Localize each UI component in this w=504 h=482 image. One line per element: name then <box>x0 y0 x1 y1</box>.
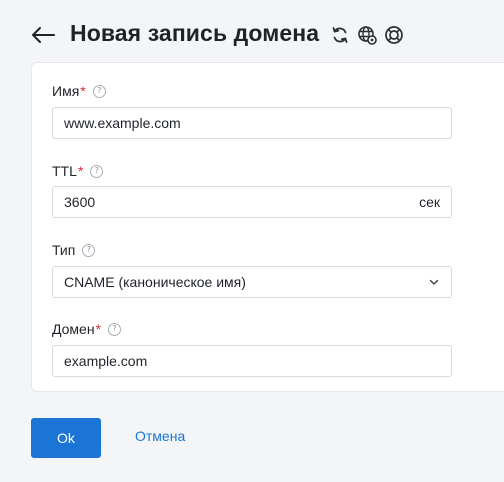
name-label: Имя * ? <box>52 83 106 99</box>
cancel-button[interactable]: Отмена <box>135 428 185 444</box>
page-title: Новая запись домена <box>70 20 320 46</box>
ok-button[interactable]: Ok <box>31 418 101 458</box>
type-label: Тип ? <box>52 242 96 258</box>
ttl-label: TTL * ? <box>52 163 104 179</box>
ttl-input[interactable]: 3600 сек <box>52 186 452 218</box>
help-icon[interactable]: ? <box>90 164 104 178</box>
help-icon[interactable]: ? <box>82 243 96 257</box>
name-input-value: www.example.com <box>64 115 181 131</box>
help-icon[interactable]: ? <box>108 322 122 336</box>
globe-settings-icon[interactable] <box>357 25 377 45</box>
domain-label-text: Домен <box>52 321 95 337</box>
name-input[interactable]: www.example.com <box>52 107 452 139</box>
type-label-text: Тип <box>52 242 76 258</box>
page-header: Новая запись домена <box>0 0 504 64</box>
lifebuoy-icon[interactable] <box>384 25 404 45</box>
domain-input-value: example.com <box>64 353 148 369</box>
required-mark: * <box>95 321 102 337</box>
ttl-unit-suffix: сек <box>419 194 440 210</box>
ttl-input-value: 3600 <box>64 194 96 210</box>
ttl-label-text: TTL <box>52 163 77 179</box>
type-select[interactable]: CNAME (каноническое имя) <box>52 266 452 298</box>
name-label-text: Имя <box>52 83 80 99</box>
required-mark: * <box>77 163 84 179</box>
type-select-value: CNAME (каноническое имя) <box>64 274 246 290</box>
chevron-down-icon <box>429 279 439 285</box>
back-arrow-icon[interactable] <box>30 22 56 48</box>
required-mark: * <box>80 83 86 99</box>
refresh-icon[interactable] <box>330 25 350 45</box>
domain-label: Домен * ? <box>52 321 122 337</box>
help-icon[interactable]: ? <box>92 84 106 98</box>
domain-input[interactable]: example.com <box>52 345 452 377</box>
